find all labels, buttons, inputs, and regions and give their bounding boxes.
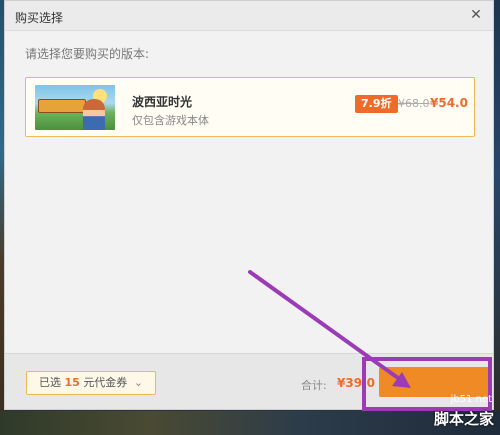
game-logo	[38, 99, 86, 113]
dialog-title: 购买选择	[15, 11, 64, 25]
game-thumbnail	[35, 85, 115, 130]
coupon-amount: 15	[64, 376, 80, 389]
chevron-down-icon: ⌄	[133, 376, 144, 389]
game-description: 仅包含游戏本体	[132, 114, 209, 127]
coupon-prefix: 已选	[39, 376, 61, 389]
watermark-brand: 脚本之家	[433, 410, 494, 428]
version-prompt: 请选择您要购买的版本:	[25, 47, 150, 61]
dialog-titlebar: 购买选择 ✕	[5, 1, 493, 31]
background-right	[494, 0, 500, 435]
close-icon[interactable]: ✕	[467, 6, 485, 24]
game-name: 波西亚时光	[132, 95, 193, 109]
character-art	[83, 99, 105, 130]
sale-price: ¥54.0	[430, 96, 468, 110]
total-value: ¥39.0	[337, 376, 375, 390]
discount-badge: 7.9折	[355, 95, 398, 113]
coupon-suffix: 元代金券	[83, 376, 128, 389]
dialog-footer: 已选 15 元代金券 ⌄ 合计: ¥39.0	[5, 353, 493, 409]
total-label: 合计:	[301, 379, 327, 392]
watermark-site: jb51.net	[450, 394, 492, 405]
background-bottom	[0, 411, 500, 435]
coupon-selector[interactable]: 已选 15 元代金券 ⌄	[26, 371, 157, 395]
buy-button[interactable]	[379, 367, 491, 397]
original-price: ¥68.0	[398, 97, 430, 110]
purchase-dialog: 购买选择 ✕ 请选择您要购买的版本: 波西亚时光 仅包含游戏本体 7.9折 ¥6…	[4, 0, 494, 410]
version-option[interactable]: 波西亚时光 仅包含游戏本体 7.9折 ¥68.0 ¥54.0	[25, 77, 475, 137]
